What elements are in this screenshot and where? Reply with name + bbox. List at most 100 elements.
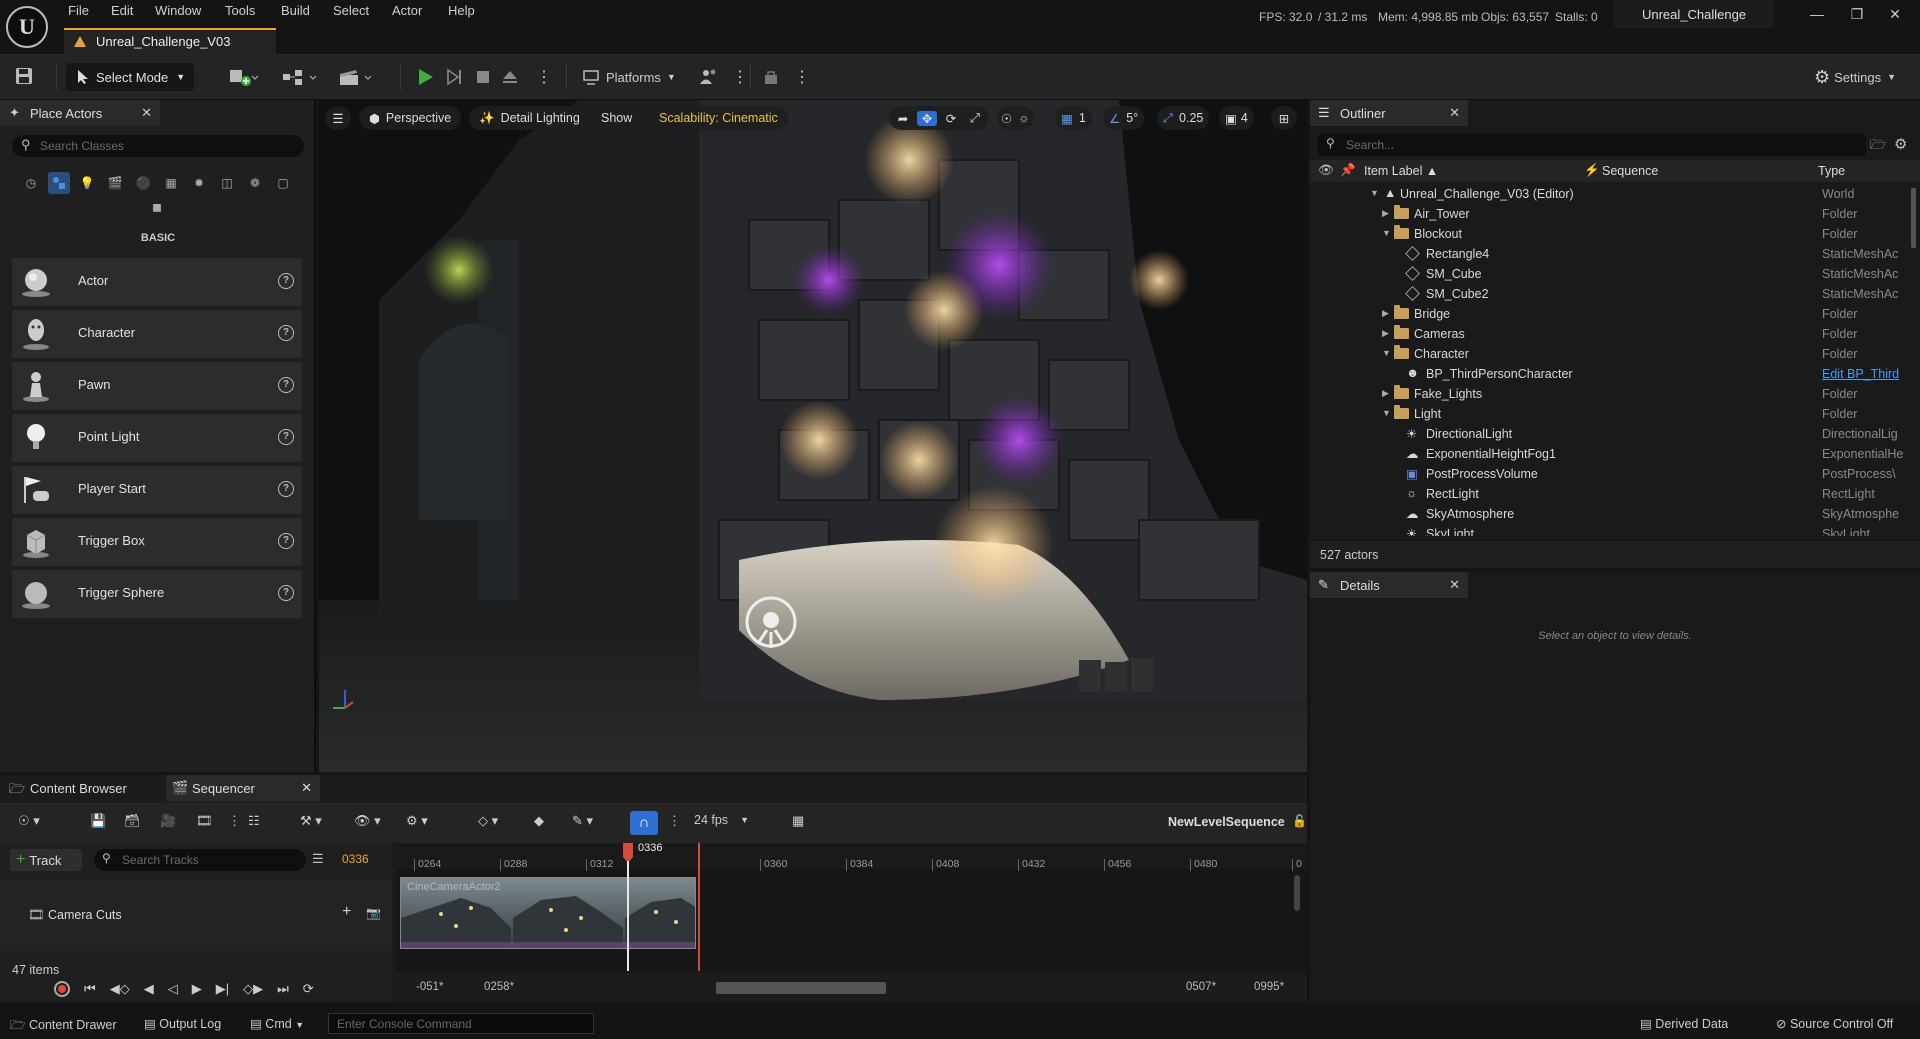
minimize-icon[interactable]: — — [1804, 6, 1830, 28]
menu-window[interactable]: Window — [155, 3, 201, 18]
view-options-icon[interactable]: 👁 ▾ — [354, 813, 381, 829]
tree-row[interactable]: ▼ Light Folder — [1310, 404, 1914, 424]
step-back-icon[interactable]: ◀ — [144, 981, 154, 997]
menu-actor[interactable]: Actor — [392, 3, 422, 18]
tools-dropdown-icon[interactable]: ⚒ ▾ — [300, 813, 322, 829]
tree-row[interactable]: ☀ DirectionalLight DirectionalLig — [1310, 424, 1914, 444]
cinematics-button[interactable] — [338, 64, 374, 90]
tree-row[interactable]: ▶ Air_Tower Folder — [1310, 204, 1914, 224]
view-mode-button[interactable]: ✨ Detail Lighting — [469, 106, 590, 130]
outliner-tab[interactable]: ☰ Outliner ✕ — [1310, 100, 1468, 126]
outliner-scrollbar[interactable] — [1911, 188, 1916, 248]
timeline-ruler[interactable]: 0264 0288 0312 0360 0384 0408 0432 0456 … — [396, 843, 1307, 871]
new-folder-icon[interactable]: 🗁 — [1870, 136, 1886, 158]
scalability-warning[interactable]: Scalability: Cinematic — [649, 106, 788, 130]
select-cursor-icon[interactable]: ➦ — [893, 111, 913, 126]
camera-cut-icon[interactable]: 🎞 — [196, 813, 213, 829]
blueprint-button[interactable] — [282, 64, 318, 90]
next-key-icon[interactable]: ◇▶ — [243, 981, 263, 997]
cmd-dropdown[interactable]: ▤ Cmd ▼ — [250, 1016, 304, 1031]
snap-options-kebab-icon[interactable]: ⋮ — [668, 813, 681, 829]
jump-to-end-icon[interactable]: ⏭ — [277, 981, 289, 997]
add-key-icon[interactable]: ◆ — [534, 813, 544, 829]
outliner-search-input[interactable]: ⚲ Search... — [1318, 134, 1866, 156]
actor-item-pawn[interactable]: Pawn ? — [12, 362, 302, 410]
save-as-icon[interactable]: 🗃 — [124, 813, 141, 829]
perspective-button[interactable]: ⬢ Perspective — [359, 106, 462, 130]
timeline-vertical-scrollbar[interactable] — [1294, 875, 1300, 911]
shapes-category-icon[interactable]: ❁ — [244, 172, 266, 194]
key-interpolation-icon[interactable]: ◇ ▾ — [478, 813, 498, 829]
frame-rate-dropdown[interactable]: 24 fps ▼ — [694, 813, 749, 827]
eject-button[interactable] — [500, 64, 520, 90]
close-tab-icon[interactable]: ✕ — [141, 105, 152, 121]
scale-snap-button[interactable]: ⤢ 0.25 — [1157, 106, 1210, 130]
type-column[interactable]: Type — [1818, 164, 1845, 178]
filter-icon[interactable]: ☰ — [312, 851, 324, 867]
output-log-button[interactable]: ▤ Output Log — [144, 1016, 221, 1031]
play-options-kebab-icon[interactable]: ⋮ — [536, 64, 552, 90]
record-icon[interactable] — [54, 981, 70, 997]
source-control-status[interactable]: ⊘ Source Control Off — [1776, 1016, 1893, 1031]
range-end-field[interactable]: 0995* — [1254, 981, 1284, 993]
world-coordinates-icon[interactable]: ☉ — [1001, 111, 1012, 126]
render-movie-icon[interactable]: 🎥 — [160, 813, 176, 829]
menu-build[interactable]: Build — [281, 3, 310, 18]
content-browser-tab[interactable]: 🗁 Content Browser — [0, 775, 164, 801]
camera-cuts-track[interactable]: 🎞 Camera Cuts + 📷 — [0, 879, 392, 951]
cinematic-category-icon[interactable]: 🎬 — [104, 172, 126, 194]
tree-row[interactable]: ▶ Cameras Folder — [1310, 324, 1914, 344]
timeline-horizontal-scrollbar[interactable] — [716, 982, 886, 994]
step-forward-icon[interactable]: ▶| — [216, 981, 229, 997]
actor-item-trigger-box[interactable]: Trigger Box ? — [12, 518, 302, 566]
previous-key-icon[interactable]: ◀◇ — [110, 981, 130, 997]
tree-row[interactable]: ▶ Fake_Lights Folder — [1310, 384, 1914, 404]
snapping-magnet-icon[interactable]: ∩ — [630, 811, 658, 835]
rotation-snap-button[interactable]: ∠ 5° — [1103, 106, 1145, 130]
menu-help[interactable]: Help — [448, 3, 475, 18]
help-icon[interactable]: ? — [278, 273, 294, 289]
derived-data-button[interactable]: ▤ Derived Data — [1640, 1016, 1728, 1031]
tree-row[interactable]: Rectangle4 StaticMeshAc — [1310, 244, 1914, 264]
play-reverse-icon[interactable]: ◁ — [168, 981, 178, 997]
viewport-layout-button[interactable]: ⊞ — [1271, 106, 1297, 130]
stop-button[interactable] — [474, 64, 492, 90]
actor-item-point-light[interactable]: Point Light ? — [12, 414, 302, 462]
more-kebab-icon[interactable]: ⋮ — [228, 813, 241, 829]
extra-category-icon[interactable]: ◼ — [146, 196, 168, 218]
jump-to-start-icon[interactable]: ⏮ — [84, 981, 96, 997]
place-actors-tab[interactable]: ✦ Place Actors ✕ — [0, 100, 160, 126]
actor-item-character[interactable]: Character ? — [12, 310, 302, 358]
settings-dropdown[interactable]: ⚙ Settings ▼ — [1814, 64, 1896, 90]
grid-snap-button[interactable]: ▦ 1 — [1055, 106, 1092, 130]
details-tab[interactable]: ✎ Details ✕ — [1310, 572, 1468, 598]
level-document-tab[interactable]: Unreal_Challenge_V03 — [64, 28, 276, 54]
sequencer-tab[interactable]: 🎬 Sequencer ✕ — [166, 775, 320, 801]
all-classes-category-icon[interactable]: ◫ — [216, 172, 238, 194]
level-viewport[interactable]: ☰ ⬢ Perspective ✨ Detail Lighting Show Sca… — [319, 100, 1307, 772]
viewport-menu-button[interactable]: ☰ — [325, 106, 351, 130]
world-selector-icon[interactable]: ☉ ▾ — [18, 813, 40, 829]
playback-end-marker[interactable] — [698, 843, 700, 971]
help-icon[interactable]: ? — [278, 429, 294, 445]
close-tab-icon[interactable]: ✕ — [1449, 577, 1460, 593]
gear-icon[interactable]: ⚙ — [1894, 135, 1907, 153]
rotate-icon[interactable]: ⟳ — [941, 111, 961, 126]
menu-edit[interactable]: Edit — [111, 3, 133, 18]
close-window-icon[interactable]: ✕ — [1882, 6, 1908, 28]
help-icon[interactable]: ? — [278, 533, 294, 549]
recent-category-icon[interactable]: ◷ — [20, 172, 42, 194]
playback-options-icon[interactable]: ⚙ ▾ — [406, 813, 428, 829]
show-button[interactable]: Show — [591, 106, 643, 130]
tree-row[interactable]: ☼ RectLight RectLight — [1310, 484, 1914, 504]
surface-snapping-icon[interactable]: ☼ — [1018, 111, 1029, 125]
lights-category-icon[interactable]: 💡 — [76, 172, 98, 194]
panel-category-icon[interactable]: ▢ — [272, 172, 294, 194]
translate-icon[interactable]: ✥ — [917, 110, 937, 126]
multi-user-button[interactable] — [698, 64, 720, 90]
add-camera-cut-icon[interactable]: + — [342, 903, 351, 921]
sequence-column[interactable]: Sequence — [1602, 164, 1658, 178]
basic-category-icon[interactable] — [48, 172, 70, 194]
scale-icon[interactable]: ⤢ — [965, 111, 985, 126]
current-frame-field[interactable]: 0336 — [342, 852, 369, 866]
